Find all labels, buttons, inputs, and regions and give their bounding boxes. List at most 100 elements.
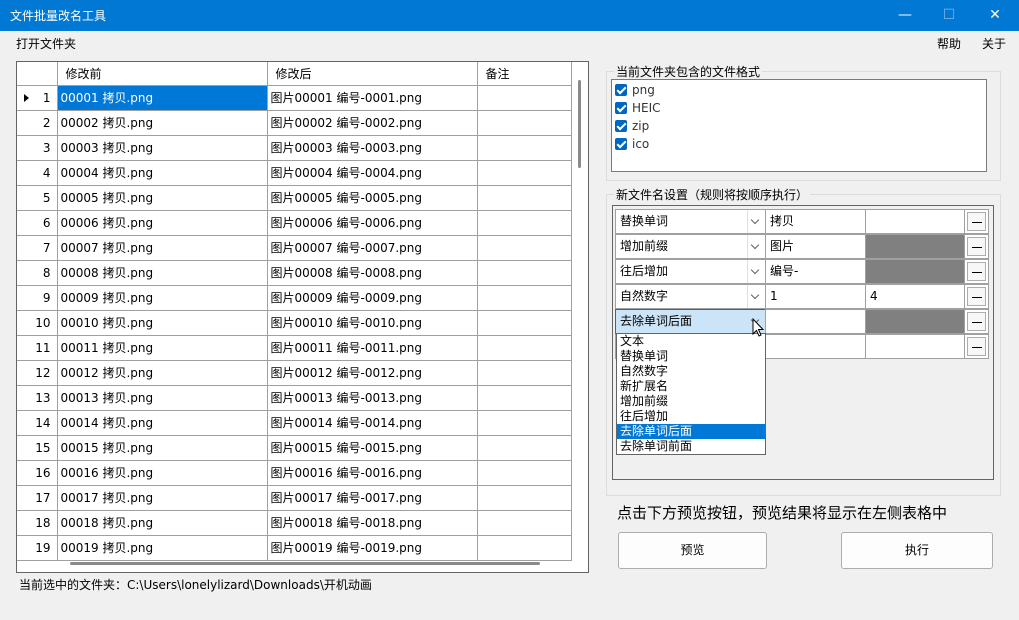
cell-before[interactable]: 00018 拷贝.png: [57, 510, 268, 536]
minimize-button[interactable]: —: [882, 0, 928, 31]
cell-note[interactable]: [477, 435, 572, 461]
table-row[interactable]: 16 00016 拷贝.png 图片00016 编号-0016.png: [17, 460, 572, 486]
cell-note[interactable]: [477, 135, 572, 161]
cell-after[interactable]: 图片00015 编号-0015.png: [267, 435, 478, 461]
cell-before[interactable]: 00006 拷贝.png: [57, 210, 268, 236]
cell-after[interactable]: 图片00008 编号-0008.png: [267, 260, 478, 286]
rule-type-combo[interactable]: 去除单词后面: [615, 309, 766, 334]
cell-after[interactable]: 图片00009 编号-0009.png: [267, 285, 478, 311]
cell-before[interactable]: 00009 拷贝.png: [57, 285, 268, 311]
table-row[interactable]: 8 00008 拷贝.png 图片00008 编号-0008.png: [17, 260, 572, 286]
cell-note[interactable]: [477, 110, 572, 136]
cell-before[interactable]: 00015 拷贝.png: [57, 435, 268, 461]
rule-arg2-field[interactable]: [865, 334, 965, 359]
table-row[interactable]: 3 00003 拷贝.png 图片00003 编号-0003.png: [17, 135, 572, 161]
remove-rule-button[interactable]: [964, 284, 989, 309]
rule-arg1-field[interactable]: 1: [765, 284, 866, 309]
remove-rule-button[interactable]: [964, 234, 989, 259]
dropdown-option[interactable]: 自然数字: [617, 364, 765, 379]
row-header[interactable]: 6: [17, 210, 58, 236]
cell-after[interactable]: 图片00014 编号-0014.png: [267, 410, 478, 436]
cell-before[interactable]: 00003 拷贝.png: [57, 135, 268, 161]
row-header[interactable]: 4: [17, 160, 58, 186]
maximize-button[interactable]: ☐: [926, 0, 972, 31]
row-header[interactable]: 19: [17, 535, 58, 561]
row-header[interactable]: 15: [17, 435, 58, 461]
table-row[interactable]: 15 00015 拷贝.png 图片00015 编号-0015.png: [17, 435, 572, 461]
row-header[interactable]: 16: [17, 460, 58, 486]
table-row[interactable]: 11 00011 拷贝.png 图片00011 编号-0011.png: [17, 335, 572, 361]
table-row[interactable]: 17 00017 拷贝.png 图片00017 编号-0017.png: [17, 485, 572, 511]
row-header[interactable]: 18: [17, 510, 58, 536]
cell-before[interactable]: 00002 拷贝.png: [57, 110, 268, 136]
table-row[interactable]: 7 00007 拷贝.png 图片00007 编号-0007.png: [17, 235, 572, 261]
rule-type-combo[interactable]: 增加前缀: [615, 234, 766, 259]
row-header[interactable]: 5: [17, 185, 58, 211]
rule-arg1-field[interactable]: 拷贝: [765, 209, 866, 234]
preview-button[interactable]: 预览: [618, 532, 767, 569]
cell-before[interactable]: 00008 拷贝.png: [57, 260, 268, 286]
cell-before[interactable]: 00005 拷贝.png: [57, 185, 268, 211]
remove-rule-button[interactable]: [964, 209, 989, 234]
dropdown-option[interactable]: 增加前缀: [617, 394, 765, 409]
chevron-down-icon[interactable]: [747, 260, 765, 283]
remove-rule-button[interactable]: [964, 334, 989, 359]
table-row[interactable]: 1 00001 拷贝.png 图片00001 编号-0001.png: [17, 85, 572, 111]
row-header[interactable]: 17: [17, 485, 58, 511]
cell-after[interactable]: 图片00018 编号-0018.png: [267, 510, 478, 536]
row-header[interactable]: 7: [17, 235, 58, 261]
cell-note[interactable]: [477, 385, 572, 411]
row-header[interactable]: 10: [17, 310, 58, 336]
cell-before[interactable]: 00017 拷贝.png: [57, 485, 268, 511]
cell-after[interactable]: 图片00016 编号-0016.png: [267, 460, 478, 486]
table-row[interactable]: 19 00019 拷贝.png 图片00019 编号-0019.png: [17, 535, 572, 561]
cell-after[interactable]: 图片00006 编号-0006.png: [267, 210, 478, 236]
column-header-before[interactable]: 修改前: [57, 62, 268, 86]
horizontal-scrollbar[interactable]: [70, 562, 540, 565]
cell-note[interactable]: [477, 485, 572, 511]
rule-arg1-field[interactable]: 图片: [765, 234, 866, 259]
row-header[interactable]: 2: [17, 110, 58, 136]
column-header-after[interactable]: 修改后: [267, 62, 478, 86]
row-header[interactable]: 14: [17, 410, 58, 436]
column-header-note[interactable]: 备注: [477, 62, 572, 86]
checkbox-checked-icon[interactable]: [615, 84, 627, 96]
table-row[interactable]: 4 00004 拷贝.png 图片00004 编号-0004.png: [17, 160, 572, 186]
row-header[interactable]: 12: [17, 360, 58, 386]
dropdown-option[interactable]: 新扩展名: [617, 379, 765, 394]
close-button[interactable]: ✕: [972, 0, 1018, 31]
cell-after[interactable]: 图片00010 编号-0010.png: [267, 310, 478, 336]
rule-arg1-field[interactable]: [765, 309, 866, 334]
cell-before[interactable]: 00016 拷贝.png: [57, 460, 268, 486]
rule-type-combo[interactable]: 自然数字: [615, 284, 766, 309]
cell-after[interactable]: 图片00002 编号-0002.png: [267, 110, 478, 136]
cell-note[interactable]: [477, 510, 572, 536]
cell-note[interactable]: [477, 285, 572, 311]
row-header[interactable]: 1: [17, 85, 58, 111]
cell-before[interactable]: 00013 拷贝.png: [57, 385, 268, 411]
cell-note[interactable]: [477, 410, 572, 436]
file-grid[interactable]: 修改前 修改后 备注 1 00001 拷贝.png 图片00001 编号-0001.…: [16, 61, 589, 573]
dropdown-option[interactable]: 去除单词后面: [617, 424, 765, 439]
table-row[interactable]: 6 00006 拷贝.png 图片00006 编号-0006.png: [17, 210, 572, 236]
table-row[interactable]: 5 00005 拷贝.png 图片00005 编号-0005.png: [17, 185, 572, 211]
cell-after[interactable]: 图片00001 编号-0001.png: [267, 85, 478, 111]
dropdown-option[interactable]: 去除单词前面: [617, 439, 765, 454]
cell-after[interactable]: 图片00011 编号-0011.png: [267, 335, 478, 361]
vertical-scrollbar[interactable]: [578, 80, 581, 168]
chevron-down-icon[interactable]: [747, 235, 765, 258]
cell-note[interactable]: [477, 360, 572, 386]
cell-after[interactable]: 图片00017 编号-0017.png: [267, 485, 478, 511]
cell-before[interactable]: 00012 拷贝.png: [57, 360, 268, 386]
table-row[interactable]: 18 00018 拷贝.png 图片00018 编号-0018.png: [17, 510, 572, 536]
row-header[interactable]: 13: [17, 385, 58, 411]
checkbox-checked-icon[interactable]: [615, 102, 627, 114]
checkbox-checked-icon[interactable]: [615, 138, 627, 150]
cell-after[interactable]: 图片00003 编号-0003.png: [267, 135, 478, 161]
checkbox-checked-icon[interactable]: [615, 120, 627, 132]
cell-after[interactable]: 图片00007 编号-0007.png: [267, 235, 478, 261]
table-row[interactable]: 13 00013 拷贝.png 图片00013 编号-0013.png: [17, 385, 572, 411]
dropdown-option[interactable]: 替换单词: [617, 349, 765, 364]
rule-arg1-field[interactable]: [765, 334, 866, 359]
table-row[interactable]: 10 00010 拷贝.png 图片00010 编号-0010.png: [17, 310, 572, 336]
